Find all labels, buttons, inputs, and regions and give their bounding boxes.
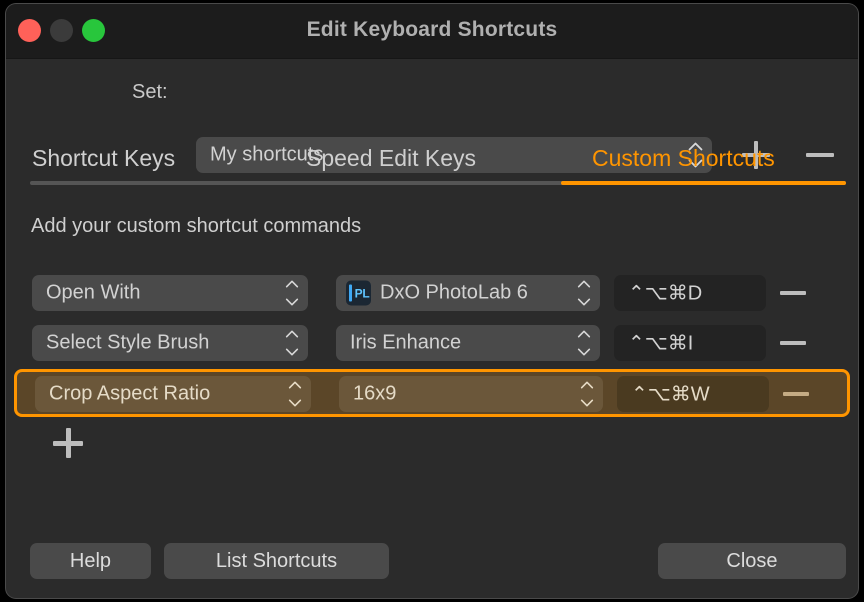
table-row-selected: Crop Aspect Ratio 16x9 ⌃⌥⌘W bbox=[14, 369, 850, 417]
shortcut-key-field[interactable]: ⌃⌥⌘I bbox=[614, 325, 766, 361]
titlebar: Edit Keyboard Shortcuts bbox=[6, 4, 858, 59]
chevron-updown-icon bbox=[284, 330, 299, 356]
tab-custom-shortcuts[interactable]: Custom Shortcuts bbox=[592, 145, 775, 172]
shortcut-command-dropdown[interactable]: Crop Aspect Ratio bbox=[35, 376, 311, 412]
set-row: Set: My shortcuts bbox=[6, 59, 858, 173]
chevron-updown-icon bbox=[576, 280, 591, 306]
chevron-updown-icon bbox=[284, 280, 299, 306]
table-row: Open With PL DxO PhotoLab 6 ⌃⌥⌘D bbox=[6, 269, 858, 319]
tab-underline bbox=[30, 181, 846, 185]
tab-active-indicator bbox=[561, 181, 846, 185]
shortcut-list: Open With PL DxO PhotoLab 6 ⌃⌥⌘D Select … bbox=[6, 269, 858, 417]
shortcut-key-value: ⌃⌥⌘W bbox=[631, 383, 710, 406]
tab-speed-edit-keys[interactable]: Speed Edit Keys bbox=[306, 145, 476, 172]
shortcut-value-text: Iris Enhance bbox=[350, 331, 462, 354]
set-label: Set: bbox=[132, 81, 168, 103]
shortcut-command-value: Crop Aspect Ratio bbox=[49, 382, 211, 405]
shortcut-command-value: Open With bbox=[46, 281, 141, 304]
edit-keyboard-shortcuts-window: Edit Keyboard Shortcuts Set: My shortcut… bbox=[6, 4, 858, 598]
chevron-updown-icon bbox=[576, 330, 591, 356]
tab-shortcut-keys[interactable]: Shortcut Keys bbox=[32, 145, 175, 172]
shortcut-command-value: Select Style Brush bbox=[46, 331, 210, 354]
remove-shortcut-button[interactable] bbox=[778, 279, 808, 307]
shortcut-key-value: ⌃⌥⌘I bbox=[628, 332, 694, 355]
help-button[interactable]: Help bbox=[30, 543, 151, 579]
window-title: Edit Keyboard Shortcuts bbox=[306, 18, 558, 41]
add-shortcut-button[interactable] bbox=[53, 428, 83, 458]
shortcut-command-dropdown[interactable]: Open With bbox=[32, 275, 308, 311]
shortcut-key-field[interactable]: ⌃⌥⌘D bbox=[614, 275, 766, 311]
shortcut-value-text: DxO PhotoLab 6 bbox=[380, 281, 528, 304]
tab-bar: Shortcut Keys Speed Edit Keys Custom Sho… bbox=[6, 131, 858, 193]
shortcut-value-dropdown[interactable]: Iris Enhance bbox=[336, 325, 600, 361]
shortcut-value-text: 16x9 bbox=[353, 382, 397, 405]
panel-description: Add your custom shortcut commands bbox=[31, 215, 362, 237]
photolab-icon-bar bbox=[349, 284, 352, 302]
shortcut-key-value: ⌃⌥⌘D bbox=[628, 282, 703, 305]
list-shortcuts-button[interactable]: List Shortcuts bbox=[164, 543, 389, 579]
remove-shortcut-button[interactable] bbox=[778, 329, 808, 357]
photolab-icon-label: PL bbox=[354, 286, 370, 300]
chevron-updown-icon bbox=[287, 381, 302, 407]
shortcut-command-dropdown[interactable]: Select Style Brush bbox=[32, 325, 308, 361]
shortcut-key-field[interactable]: ⌃⌥⌘W bbox=[617, 376, 769, 412]
table-row: Select Style Brush Iris Enhance ⌃⌥⌘I bbox=[6, 319, 858, 369]
close-button[interactable]: Close bbox=[658, 543, 846, 579]
remove-shortcut-button[interactable] bbox=[781, 380, 811, 408]
photolab-app-icon: PL bbox=[346, 280, 371, 306]
shortcut-value-dropdown[interactable]: PL DxO PhotoLab 6 bbox=[336, 275, 600, 311]
chevron-updown-icon bbox=[579, 381, 594, 407]
shortcut-value-dropdown[interactable]: 16x9 bbox=[339, 376, 603, 412]
